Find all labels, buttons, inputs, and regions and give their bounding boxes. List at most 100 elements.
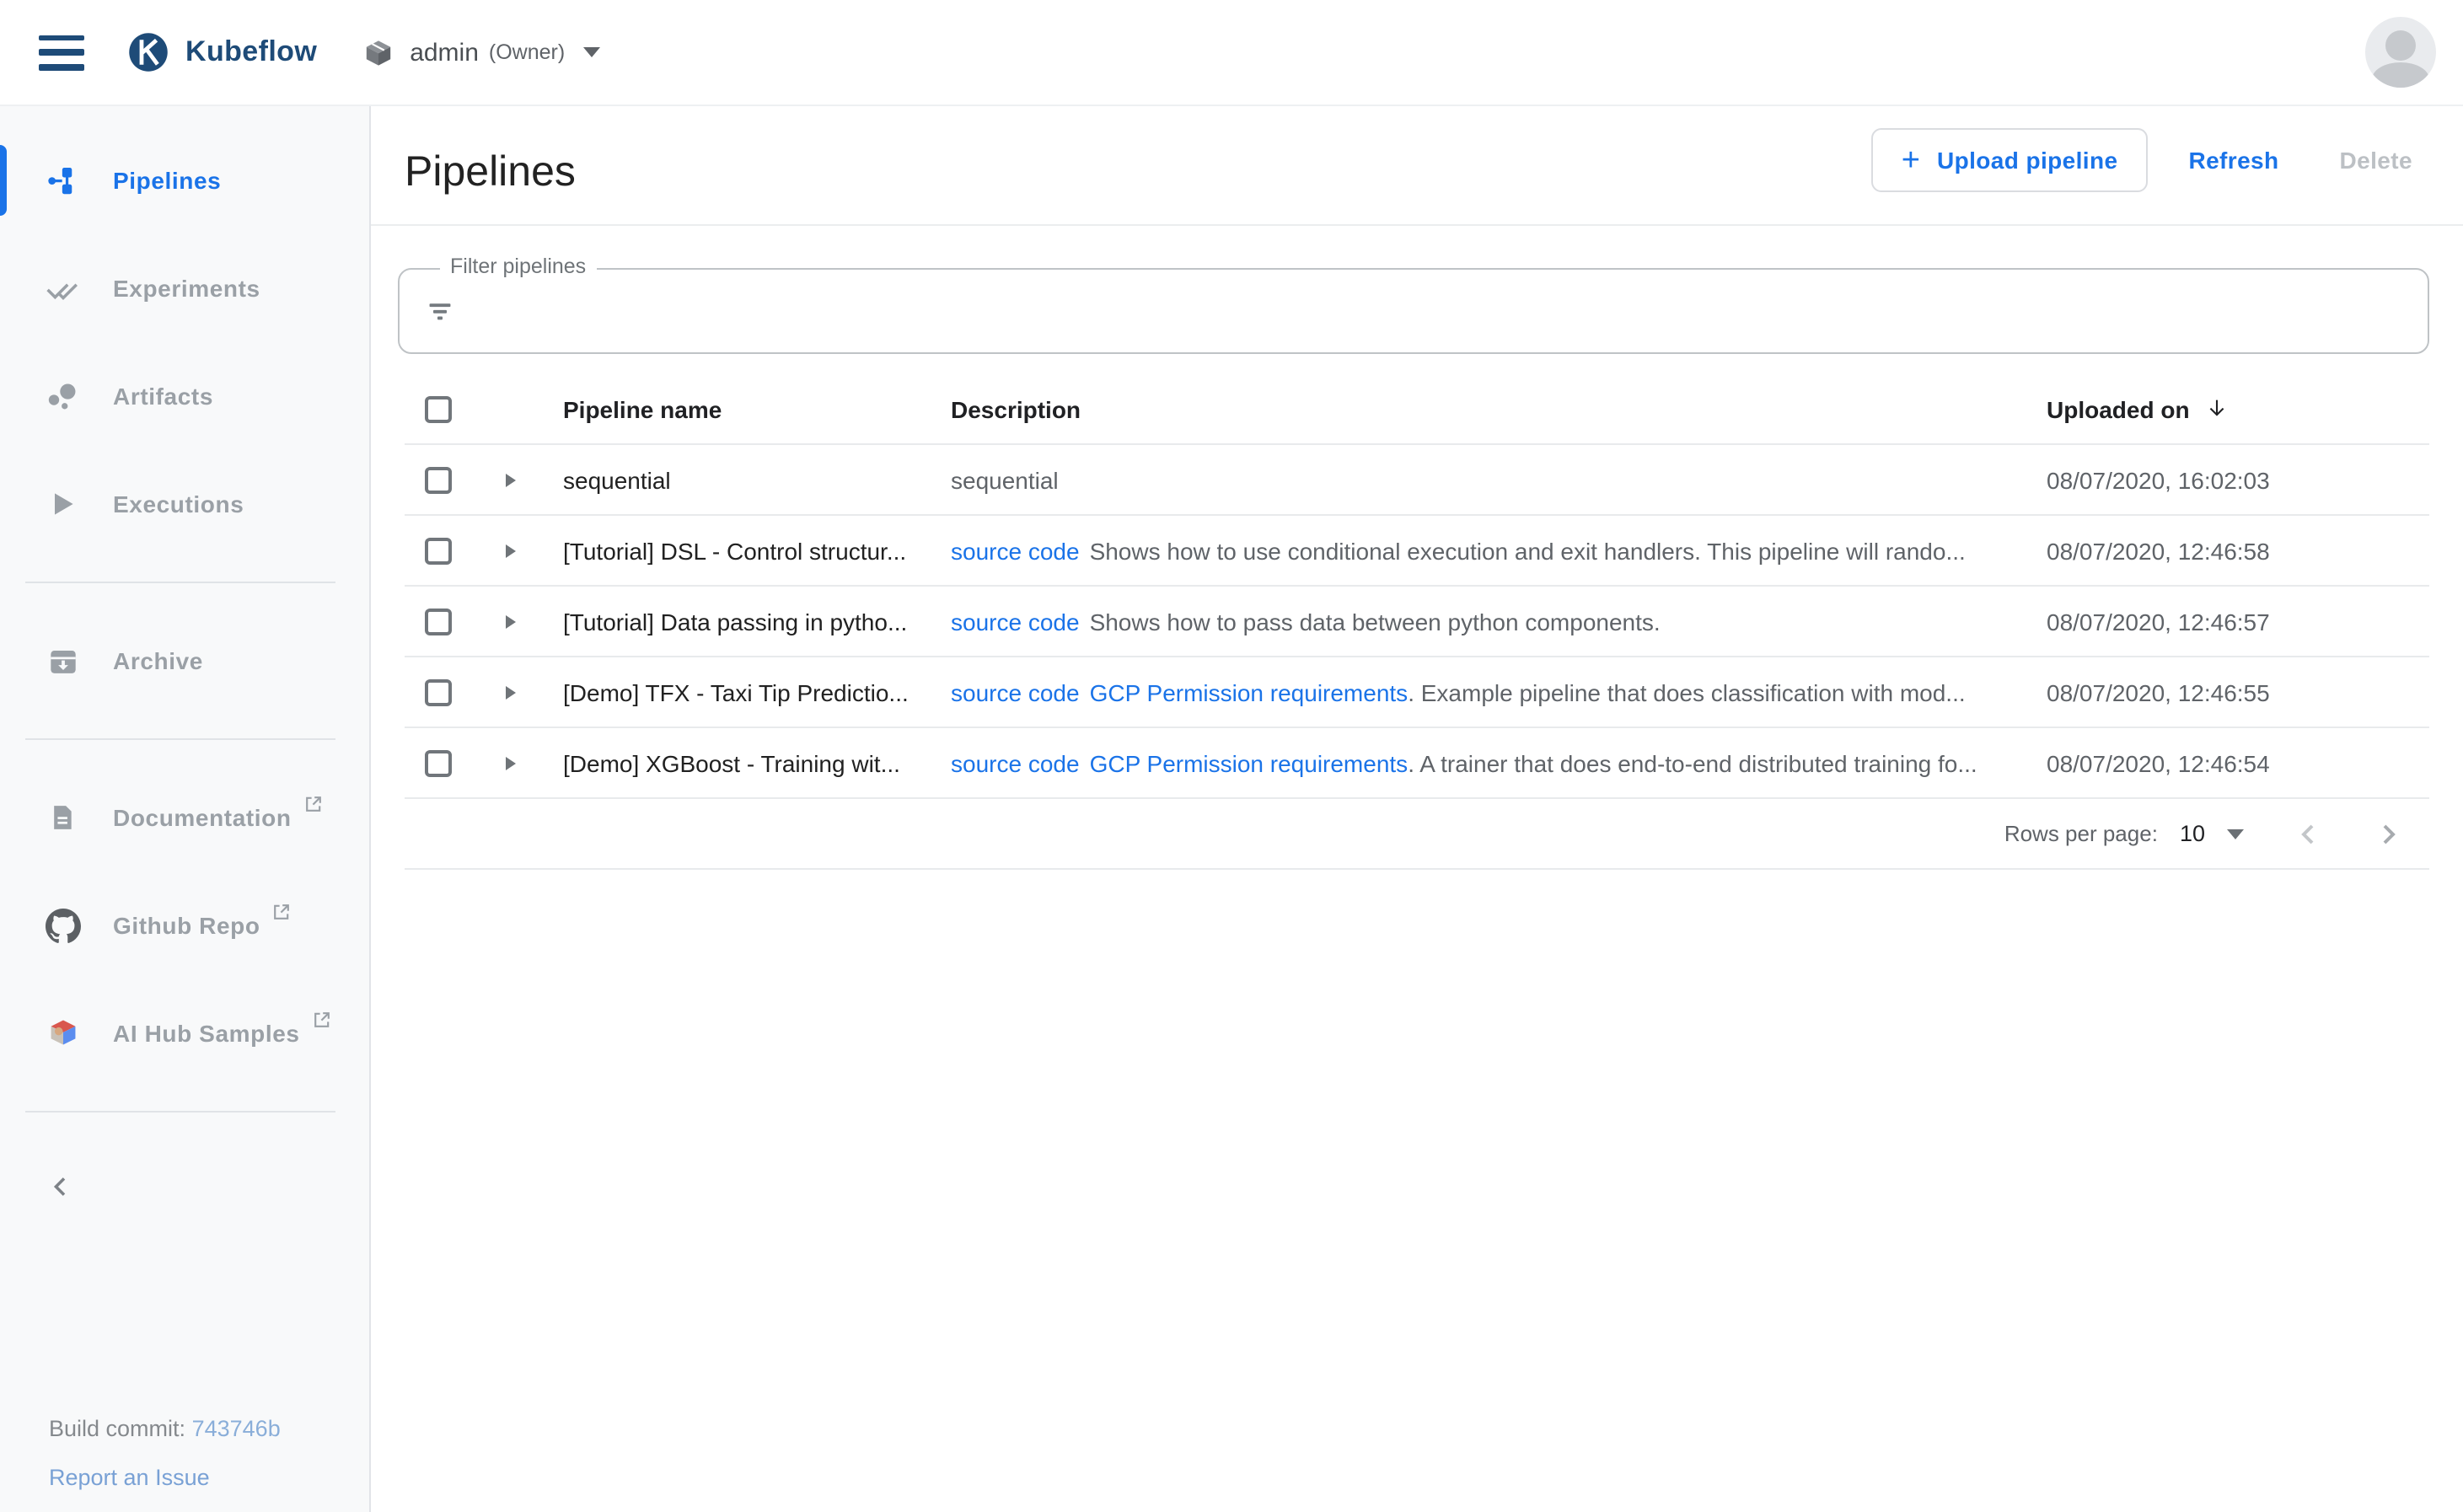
filter-input[interactable] xyxy=(480,271,2411,351)
brand-name: Kubeflow xyxy=(185,35,317,69)
sidebar-item-archive[interactable]: Archive xyxy=(0,607,369,715)
table-header-row: Pipeline name Description Uploaded on xyxy=(405,374,2429,445)
pipeline-name[interactable]: sequential xyxy=(546,466,951,493)
avatar[interactable] xyxy=(2365,17,2436,88)
row-checkbox[interactable] xyxy=(425,749,452,776)
row-checkbox[interactable] xyxy=(425,608,452,635)
main-content: Pipelines + Upload pipeline Refresh Dele… xyxy=(371,106,2463,1512)
kubeflow-home-link[interactable]: Kubeflow xyxy=(126,30,317,74)
experiments-icon xyxy=(44,271,81,306)
document-icon xyxy=(44,802,81,833)
upload-pipeline-button[interactable]: + Upload pipeline xyxy=(1871,128,2149,192)
page-header: Pipelines + Upload pipeline Refresh Dele… xyxy=(371,106,2463,226)
uploaded-date: 08/07/2020, 12:46:54 xyxy=(2047,749,2429,776)
pipeline-name[interactable]: [Tutorial] DSL - Control structur... xyxy=(546,537,951,564)
package-icon xyxy=(364,38,393,67)
gcp-permission-link[interactable]: GCP Permission requirements xyxy=(1090,678,1409,705)
refresh-button[interactable]: Refresh xyxy=(2171,147,2295,174)
pipelines-icon xyxy=(44,164,81,196)
previous-page-button[interactable] xyxy=(2291,817,2325,850)
source-code-link[interactable]: source code xyxy=(951,749,1080,776)
delete-button[interactable]: Delete xyxy=(2323,147,2429,174)
select-all-checkbox[interactable] xyxy=(425,395,452,422)
expand-row-icon[interactable] xyxy=(506,544,516,557)
next-page-button[interactable] xyxy=(2372,817,2406,850)
build-commit-link[interactable]: 743746b xyxy=(192,1416,281,1441)
plus-icon: + xyxy=(1902,144,1920,176)
active-indicator xyxy=(0,145,7,216)
source-code-link[interactable]: source code xyxy=(951,678,1080,705)
divider xyxy=(25,582,335,583)
sidebar-item-github-repo[interactable]: Github Repo xyxy=(0,871,369,979)
external-link-icon xyxy=(272,900,292,930)
table-row: [Tutorial] Data passing in pytho... sour… xyxy=(405,587,2429,657)
kubeflow-logo-icon xyxy=(126,30,170,74)
topbar: Kubeflow admin (Owner) xyxy=(0,0,2463,106)
pipeline-description: . Example pipeline that does classificat… xyxy=(1408,678,1965,705)
kubeflow-app: Kubeflow admin (Owner) xyxy=(0,0,2463,1512)
sidebar: Pipelines Experiments Artifacts xyxy=(0,106,371,1512)
divider xyxy=(25,1111,335,1113)
namespace-selector[interactable]: admin (Owner) xyxy=(364,38,600,67)
page-title: Pipelines xyxy=(405,148,576,197)
sidebar-item-documentation[interactable]: Documentation xyxy=(0,764,369,871)
github-icon xyxy=(44,908,81,943)
sidebar-item-pipelines[interactable]: Pipelines xyxy=(0,126,369,234)
row-checkbox[interactable] xyxy=(425,678,452,705)
build-commit-label: Build commit: xyxy=(49,1416,185,1441)
expand-row-icon[interactable] xyxy=(506,473,516,486)
pipeline-name[interactable]: [Demo] TFX - Taxi Tip Predictio... xyxy=(546,678,951,705)
pipeline-description: . A trainer that does end-to-end distrib… xyxy=(1408,749,1977,776)
uploaded-date: 08/07/2020, 16:02:03 xyxy=(2047,466,2429,493)
uploaded-date: 08/07/2020, 12:46:57 xyxy=(2047,608,2429,635)
pipelines-table: Pipeline name Description Uploaded on xyxy=(405,374,2429,870)
uploaded-date: 08/07/2020, 12:46:58 xyxy=(2047,537,2429,564)
gcp-permission-link[interactable]: GCP Permission requirements xyxy=(1090,749,1409,776)
rows-per-page-dropdown-icon[interactable] xyxy=(2227,828,2244,839)
rows-per-page-value[interactable]: 10 xyxy=(2180,821,2205,846)
report-issue-link[interactable]: Report an Issue xyxy=(49,1465,210,1490)
pipeline-name[interactable]: [Tutorial] Data passing in pytho... xyxy=(546,608,951,635)
external-link-icon xyxy=(312,1008,332,1038)
sidebar-item-label: Experiments xyxy=(113,275,260,302)
source-code-link[interactable]: source code xyxy=(951,537,1080,564)
table-row: sequential sequential 08/07/2020, 16:02:… xyxy=(405,445,2429,516)
rows-per-page-label: Rows per page: xyxy=(2004,821,2158,846)
sidebar-item-executions[interactable]: Executions xyxy=(0,450,369,558)
namespace-name: admin xyxy=(410,38,479,67)
column-header-pipeline-name[interactable]: Pipeline name xyxy=(546,395,951,422)
sidebar-footer: Build commit: 743746b Report an Issue xyxy=(49,1416,281,1490)
divider xyxy=(25,738,335,740)
column-header-uploaded-on[interactable]: Uploaded on xyxy=(2047,393,2229,425)
row-checkbox[interactable] xyxy=(425,466,452,493)
sidebar-item-label: Documentation xyxy=(113,804,292,831)
expand-row-icon[interactable] xyxy=(506,756,516,769)
artifacts-icon xyxy=(44,379,81,413)
pipeline-name[interactable]: [Demo] XGBoost - Training wit... xyxy=(546,749,951,776)
sidebar-item-label: Executions xyxy=(113,491,244,517)
sidebar-item-label: Github Repo xyxy=(113,912,260,939)
ai-hub-icon xyxy=(44,1017,81,1049)
namespace-role: (Owner) xyxy=(489,40,565,64)
archive-icon xyxy=(44,645,81,677)
table-pagination: Rows per page: 10 xyxy=(405,799,2429,870)
expand-row-icon[interactable] xyxy=(506,685,516,699)
sidebar-item-ai-hub-samples[interactable]: AI Hub Samples xyxy=(0,979,369,1087)
expand-row-icon[interactable] xyxy=(506,614,516,628)
chevron-down-icon xyxy=(583,47,600,57)
collapse-sidebar-button[interactable] xyxy=(40,1166,81,1212)
pipeline-description: sequential xyxy=(951,466,1059,493)
sidebar-item-artifacts[interactable]: Artifacts xyxy=(0,342,369,450)
menu-icon[interactable] xyxy=(39,35,84,70)
sidebar-item-label: Archive xyxy=(113,647,203,674)
source-code-link[interactable]: source code xyxy=(951,608,1080,635)
table-row: [Tutorial] DSL - Control structur... sou… xyxy=(405,516,2429,587)
filter-icon xyxy=(427,298,453,334)
pipeline-description: Shows how to use conditional execution a… xyxy=(1090,537,1966,564)
toolbar: + Upload pipeline Refresh Delete xyxy=(1871,126,2429,194)
table-row: [Demo] TFX - Taxi Tip Predictio... sourc… xyxy=(405,657,2429,728)
column-header-description: Description xyxy=(951,395,2047,422)
sidebar-item-experiments[interactable]: Experiments xyxy=(0,234,369,342)
row-checkbox[interactable] xyxy=(425,537,452,564)
sidebar-item-label: Artifacts xyxy=(113,383,213,410)
